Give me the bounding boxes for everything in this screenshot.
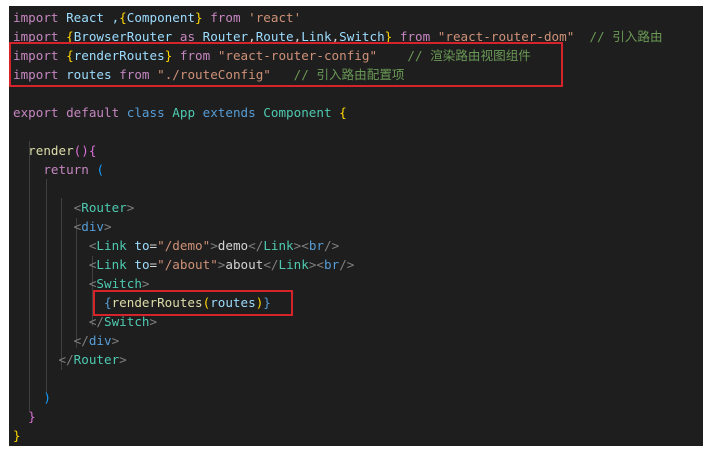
code-token: = — [149, 238, 158, 253]
code-token: /> — [324, 238, 340, 253]
code-token: "/demo" — [157, 238, 211, 253]
code-token: </ — [248, 238, 264, 253]
code-token: Switch — [104, 314, 150, 329]
code-token: br — [324, 257, 340, 272]
code-token: about — [225, 257, 264, 272]
code-token: } — [13, 428, 21, 443]
code-token: return — [43, 162, 89, 177]
code-line: ) — [13, 388, 663, 407]
code-token: { — [119, 10, 127, 25]
code-token: Component — [126, 10, 196, 25]
code-token: demo — [217, 238, 249, 253]
code-token: > — [141, 276, 150, 291]
code-token: br — [308, 238, 325, 253]
code-token: ) — [43, 390, 51, 405]
code-token: </ — [58, 352, 74, 367]
code-token: Router — [81, 200, 127, 215]
code-token: </ — [88, 314, 104, 329]
code-line: <Router> — [13, 198, 663, 217]
code-token: render — [28, 143, 74, 158]
code-line: <Link to="/about">about</Link><br/> — [13, 255, 663, 274]
code-token: Link — [96, 238, 127, 253]
code-token: extends — [202, 105, 256, 120]
code-token: < — [301, 238, 309, 253]
code-token: > — [210, 238, 218, 253]
highlight-box-imports — [9, 42, 563, 87]
code-token: Link — [96, 257, 127, 272]
code-token: () — [73, 143, 89, 158]
code-token: React , — [58, 10, 120, 25]
code-token: // 引入路由 — [589, 29, 663, 44]
code-token: export — [13, 105, 59, 120]
code-token: to — [134, 257, 150, 272]
code-token: Component — [263, 105, 332, 120]
code-token: 'react' — [248, 10, 302, 25]
code-token: to — [134, 238, 150, 253]
code-line: } — [13, 426, 663, 445]
code-token: class — [126, 105, 165, 120]
code-editor[interactable]: import React ,{Component} from 'react' im… — [9, 6, 703, 446]
code-line: <Link to="/demo">demo</Link><br/> — [13, 236, 663, 255]
code-line: </Router> — [13, 350, 663, 369]
code-token: default — [66, 105, 120, 120]
highlight-box-render-routes — [93, 290, 293, 316]
code-token: /> — [339, 257, 355, 272]
code-line: <div> — [13, 217, 663, 236]
code-line: } — [13, 407, 663, 426]
code-token: div — [81, 219, 105, 234]
code-token: > — [104, 219, 112, 234]
code-token: import — [13, 10, 59, 25]
code-token: Switch — [96, 276, 142, 291]
code-token: > — [119, 352, 127, 367]
code-token: div — [88, 333, 112, 348]
code-token: > — [111, 333, 120, 348]
code-token: > — [149, 314, 158, 329]
code-line: </div> — [13, 331, 663, 350]
code-token: } — [28, 409, 36, 424]
code-token: { — [88, 143, 97, 158]
code-token: </ — [263, 257, 279, 272]
code-line: return ( — [13, 160, 663, 179]
code-token: { — [339, 105, 347, 120]
code-line: export default class App extends Compone… — [13, 103, 663, 122]
code-token: Link — [278, 257, 309, 272]
code-token: } — [195, 10, 203, 25]
code-token: < — [316, 257, 325, 272]
code-token: "/about" — [157, 257, 218, 272]
code-token: Link — [263, 238, 294, 253]
code-token: Router — [73, 352, 120, 367]
code-line: render(){ — [13, 141, 663, 160]
code-token: App — [172, 105, 196, 120]
code-token: > — [126, 200, 135, 215]
code-line: import React ,{Component} from 'react' — [13, 8, 663, 27]
code-token: from — [210, 10, 241, 25]
code-token: </ — [73, 333, 89, 348]
code-token: = — [149, 257, 158, 272]
code-token: ( — [96, 162, 105, 177]
